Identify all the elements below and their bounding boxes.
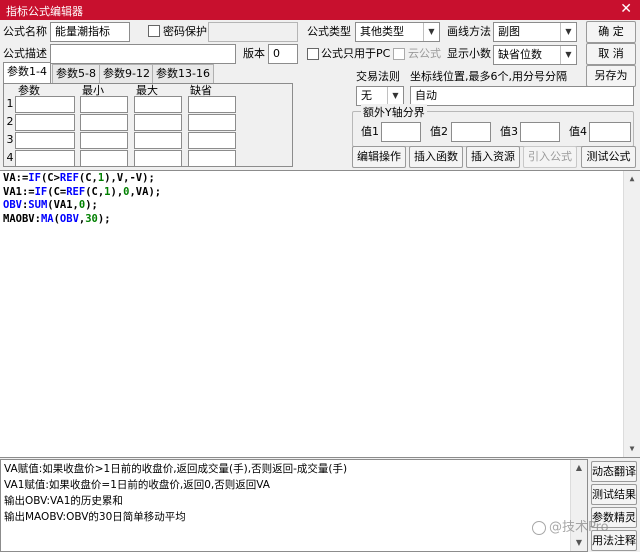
trade-rule-value: 无 (361, 89, 372, 102)
yaxis-group-label: 额外Y轴分界 (361, 104, 427, 120)
param-row-number: 1 (6, 97, 14, 110)
ok-button[interactable]: 确 定 (586, 21, 636, 43)
chevron-down-icon: ▼ (387, 87, 403, 105)
param-name-input[interactable] (15, 96, 75, 113)
scroll-down-icon[interactable]: ▼ (571, 535, 587, 551)
test-formula-button[interactable]: 测试公式 (581, 146, 636, 168)
scroll-up-icon[interactable]: ▲ (571, 460, 587, 476)
desc-input[interactable] (50, 44, 236, 64)
window-title: 指标公式编辑器 (6, 5, 83, 18)
insert-resource-button[interactable]: 插入资源 (466, 146, 520, 168)
desc-label: 公式描述 (3, 47, 47, 60)
description-line: 输出MAOBV:OBV的30日简单移动平均 (4, 511, 186, 523)
param-max-input[interactable] (134, 114, 182, 131)
param-default-input[interactable] (188, 150, 236, 167)
code-text[interactable]: VA:=IF(C>REF(C,1),V,-V); VA1:=IF(C=REF(C,… (3, 172, 161, 226)
param-max-input[interactable] (134, 132, 182, 149)
tab-params-9-12[interactable]: 参数9-12 (99, 64, 154, 83)
param-default-input[interactable] (188, 114, 236, 131)
version-label: 版本 (243, 47, 265, 60)
param-default-input[interactable] (188, 132, 236, 149)
val4-label: 值4 (569, 125, 587, 138)
val3-label: 值3 (500, 125, 518, 138)
description-line: 输出OBV:VA1的历史累和 (4, 495, 123, 507)
version-input[interactable]: 0 (268, 44, 298, 64)
description-line: VA1赋值:如果收盘价=1日前的收盘价,返回0,否则返回VA (4, 479, 270, 491)
save-as-button[interactable]: 另存为 (586, 65, 636, 87)
param-row-number: 4 (6, 151, 14, 164)
code-line: MAOBV:MA(OBV,30); (3, 212, 111, 225)
trade-rule-label: 交易法则 (356, 70, 400, 83)
param-min-input[interactable] (80, 132, 128, 149)
param-name-input[interactable] (15, 150, 75, 167)
scroll-down-icon[interactable]: ▼ (624, 441, 640, 457)
name-input[interactable]: 能量潮指标 (50, 22, 130, 42)
val3-input[interactable] (520, 122, 560, 142)
dynamic-translate-button[interactable]: 动态翻译 (591, 461, 637, 482)
chevron-down-icon: ▼ (560, 46, 576, 64)
chevron-down-icon: ▼ (560, 23, 576, 41)
type-select[interactable]: 其他类型 ▼ (355, 22, 440, 42)
param-row-number: 2 (6, 115, 14, 128)
pc-only-checkbox[interactable] (307, 48, 319, 60)
import-formula-button[interactable]: 引入公式 (523, 146, 577, 168)
val1-input[interactable] (381, 122, 421, 142)
param-default-input[interactable] (188, 96, 236, 113)
tab-params-13-16[interactable]: 参数13-16 (152, 64, 214, 83)
password-label: 密码保护 (163, 25, 207, 38)
code-line: VA:=IF(C>REF(C,1),V,-V); (3, 172, 155, 184)
decimal-select-value: 缺省位数 (498, 48, 542, 61)
cancel-button[interactable]: 取 消 (586, 43, 636, 65)
edit-ops-button[interactable]: 编辑操作 (352, 146, 406, 168)
param-min-input[interactable] (80, 150, 128, 167)
draw-select[interactable]: 副图 ▼ (493, 22, 577, 42)
code-line: VA1:=IF(C=REF(C,1),0,VA); (3, 185, 162, 198)
param-name-input[interactable] (15, 132, 75, 149)
close-icon[interactable]: ✕ (620, 1, 632, 17)
draw-select-value: 副图 (498, 25, 520, 38)
val1-label: 值1 (361, 125, 379, 138)
pc-only-label: 公式只用于PC (321, 47, 391, 60)
description-scrollbar[interactable]: ▲ ▼ (570, 460, 587, 551)
draw-label: 画线方法 (447, 25, 491, 38)
watermark-text: @技术Pro (549, 520, 609, 535)
param-min-input[interactable] (80, 114, 128, 131)
val4-input[interactable] (589, 122, 631, 142)
coord-input[interactable]: 自动 (410, 86, 634, 106)
val2-label: 值2 (430, 125, 448, 138)
trade-rule-select[interactable]: 无 ▼ (356, 86, 404, 106)
title-bar: 指标公式编辑器 ✕ (0, 0, 640, 20)
param-max-input[interactable] (134, 96, 182, 113)
test-result-button[interactable]: 测试结果 (591, 484, 637, 505)
cloud-checkbox[interactable] (393, 48, 405, 60)
param-row-number: 3 (6, 133, 14, 146)
insert-function-button[interactable]: 插入函数 (409, 146, 463, 168)
val2-input[interactable] (451, 122, 491, 142)
type-select-value: 其他类型 (360, 25, 404, 38)
tab-params-1-4[interactable]: 参数1-4 (3, 62, 51, 84)
chevron-down-icon: ▼ (423, 23, 439, 41)
type-label: 公式类型 (307, 25, 351, 38)
param-panel: 参数 最小 最大 缺省 1 2 3 4 (3, 83, 293, 167)
param-name-input[interactable] (15, 114, 75, 131)
param-max-input[interactable] (134, 150, 182, 167)
coord-label: 坐标线位置,最多6个,用分号分隔 (410, 70, 567, 83)
code-scrollbar[interactable]: ▲ ▼ (623, 171, 640, 457)
password-checkbox[interactable] (148, 25, 160, 37)
watermark-logo-icon (532, 520, 546, 535)
description-line: VA赋值:如果收盘价>1日前的收盘价,返回成交量(手),否则返回-成交量(手) (4, 463, 348, 475)
code-editor[interactable]: VA:=IF(C>REF(C,1),V,-V); VA1:=IF(C=REF(C,… (0, 170, 640, 458)
decimal-label: 显示小数 (447, 47, 491, 60)
name-label: 公式名称 (3, 25, 47, 38)
watermark: @技术Pro (532, 516, 609, 535)
code-line: OBV:SUM(VA1,0); (3, 199, 98, 211)
password-input[interactable] (208, 22, 298, 42)
tab-params-5-8[interactable]: 参数5-8 (52, 64, 100, 83)
decimal-select[interactable]: 缺省位数 ▼ (493, 45, 577, 65)
param-min-input[interactable] (80, 96, 128, 113)
scroll-up-icon[interactable]: ▲ (624, 171, 640, 187)
cloud-label: 云公式 (408, 47, 441, 60)
description-panel[interactable]: VA赋值:如果收盘价>1日前的收盘价,返回成交量(手),否则返回-成交量(手) … (0, 459, 588, 552)
